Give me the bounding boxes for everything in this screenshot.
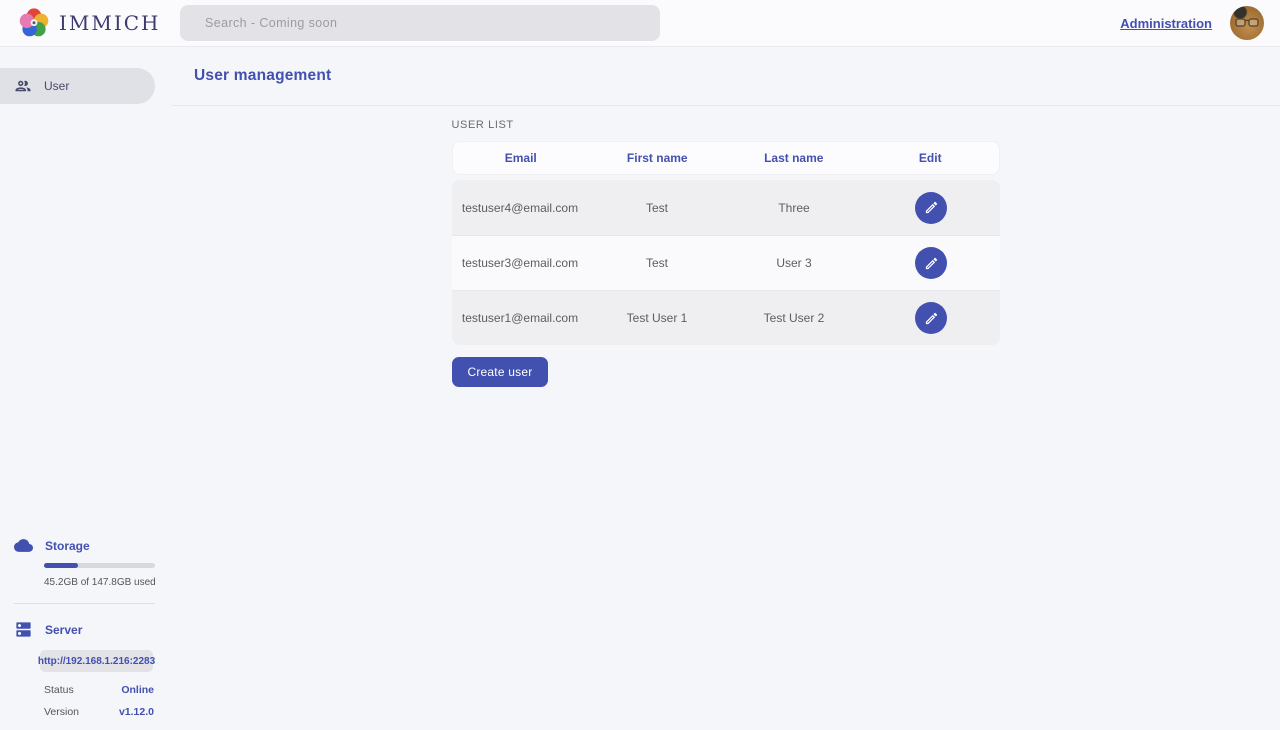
cell-email: testuser1@email.com: [452, 311, 589, 325]
storage-section-header: Storage: [0, 536, 171, 555]
pencil-icon: [924, 256, 939, 271]
table-row: testuser4@email.com Test Three: [452, 180, 1000, 235]
immich-flower-icon: [18, 7, 50, 39]
edit-user-button[interactable]: [915, 247, 947, 279]
immich-logo: IMMICH: [0, 7, 161, 39]
edit-user-button[interactable]: [915, 302, 947, 334]
main-content: User management USER LIST Email First na…: [171, 47, 1280, 730]
table-row: testuser3@email.com Test User 3: [452, 235, 1000, 290]
column-header-last-name: Last name: [726, 151, 863, 165]
search-input[interactable]: [180, 5, 660, 41]
cloud-icon: [14, 536, 33, 555]
sidebar-footer: Storage 45.2GB of 147.8GB used Server ht…: [0, 536, 171, 730]
pencil-icon: [924, 311, 939, 326]
table-header-row: Email First name Last name Edit: [452, 141, 1000, 175]
glasses-photo-detail: [1235, 17, 1259, 29]
user-table-body: testuser4@email.com Test Three: [452, 180, 1000, 345]
server-section-header: Server: [0, 620, 171, 639]
sidebar-item-user[interactable]: User: [0, 68, 155, 104]
users-icon: [14, 77, 32, 95]
column-header-email: Email: [453, 151, 590, 165]
footer-divider: [14, 603, 155, 604]
cell-last-name: User 3: [726, 256, 863, 270]
cell-first-name: Test: [589, 201, 726, 215]
storage-title: Storage: [45, 539, 90, 553]
page-title: User management: [194, 67, 331, 85]
sidebar-item-user-label: User: [44, 79, 69, 93]
status-label: Status: [44, 684, 74, 696]
cell-last-name: Three: [726, 201, 863, 215]
cell-email: testuser4@email.com: [452, 201, 589, 215]
table-row: testuser1@email.com Test User 1 Test Use…: [452, 290, 1000, 345]
column-header-edit: Edit: [862, 151, 999, 165]
column-header-first-name: First name: [589, 151, 726, 165]
edit-user-button[interactable]: [915, 192, 947, 224]
user-list-label: USER LIST: [452, 119, 1000, 131]
server-status-row: Status Online: [44, 674, 154, 696]
cell-email: testuser3@email.com: [452, 256, 589, 270]
server-version-row: Version v1.12.0: [44, 696, 154, 718]
user-avatar[interactable]: [1230, 6, 1264, 40]
cell-last-name: Test User 2: [726, 311, 863, 325]
version-value: v1.12.0: [119, 706, 154, 718]
pencil-icon: [924, 200, 939, 215]
status-value: Online: [121, 684, 154, 696]
logo-wordmark: IMMICH: [59, 11, 161, 35]
administration-link[interactable]: Administration: [1120, 16, 1212, 31]
storage-progress-bar: [44, 563, 155, 568]
version-label: Version: [44, 706, 79, 718]
cell-first-name: Test: [589, 256, 726, 270]
server-url-badge[interactable]: http://192.168.1.216:2283: [40, 650, 153, 672]
sidebar: User Storage 45.2GB of 147.8GB used: [0, 47, 171, 730]
page-header: User management: [171, 47, 1280, 106]
user-list-section: USER LIST Email First name Last name Edi…: [452, 106, 1000, 387]
storage-usage-text: 45.2GB of 147.8GB used: [44, 577, 171, 588]
topbar-right: Administration: [1120, 6, 1280, 40]
top-bar: IMMICH Administration: [0, 0, 1280, 47]
storage-progress-fill: [44, 563, 78, 568]
create-user-button[interactable]: Create user: [452, 357, 549, 387]
server-title: Server: [45, 623, 82, 637]
cell-first-name: Test User 1: [589, 311, 726, 325]
server-icon: [14, 620, 33, 639]
